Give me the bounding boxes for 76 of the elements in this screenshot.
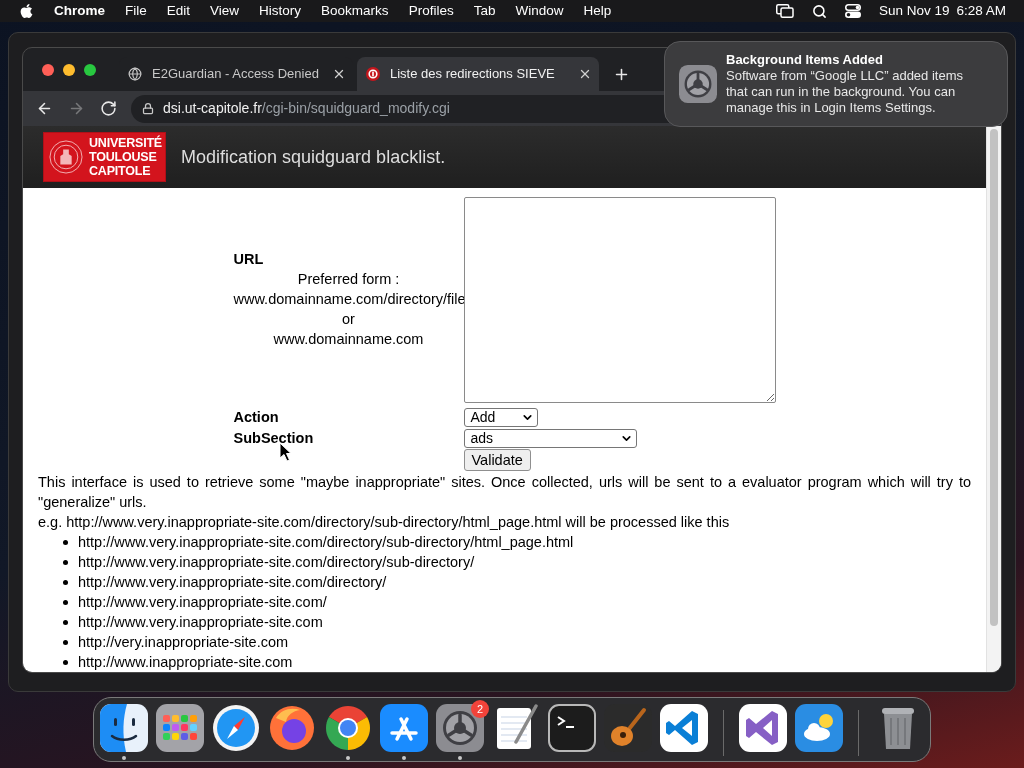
validate-button[interactable]: Validate (463, 449, 531, 471)
bullet-icon (63, 659, 68, 665)
settings-icon[interactable] (436, 704, 484, 752)
search-icon[interactable] (811, 3, 827, 19)
seal-icon (49, 140, 83, 174)
minimize-window-icon[interactable] (63, 63, 75, 76)
menu-item[interactable]: View (210, 0, 240, 22)
menu-bar-date[interactable]: Sun Nov 19 (878, 0, 950, 22)
dropdown-select[interactable]: Add (463, 407, 538, 427)
menu-bar-time[interactable]: 6:28 AM (956, 0, 1006, 22)
finder-icon[interactable] (100, 704, 148, 752)
menu-item[interactable]: Profiles (408, 0, 454, 22)
list-item-text: http://www.very.inappropriate-site.com/directory/sub-directory/ (78, 554, 475, 570)
menu-item[interactable]: History (259, 0, 302, 22)
logo-text: CAPITOLE (89, 164, 151, 178)
list-item-text: http://www.very.inappropriate-site.com/directory/ (78, 574, 387, 590)
visual-studio-icon[interactable] (739, 704, 787, 752)
menu-item[interactable]: Help (583, 0, 612, 22)
pointer-cursor-icon (279, 442, 292, 462)
logo-text: UNIVERSITÉ (89, 136, 162, 150)
launchpad-icon[interactable] (156, 704, 204, 752)
example-text: e.g. http://www.very.inappropriate-site.com/directory/sub-directory/html_page.html will be processed like this (38, 513, 731, 532)
close-window-icon[interactable] (42, 63, 54, 76)
logo-text: TOULOUSE (89, 150, 157, 164)
university-logo[interactable]: UNIVERSITÉ TOULOUSE CAPITOLE (43, 132, 166, 182)
reload-icon (99, 100, 117, 117)
list-item-text: http://www.very.inappropriate-site.com/ (78, 594, 327, 610)
lock-icon (142, 102, 154, 115)
screen-mirroring-icon[interactable] (775, 4, 794, 18)
list-item-text: http://www.very.inappropriate-site.com (78, 614, 323, 630)
notification-count: 2 (471, 700, 489, 718)
dropdown-select[interactable]: ads (463, 428, 637, 448)
hint-text: www.domainname.com (272, 330, 425, 349)
app-store-icon[interactable] (380, 704, 428, 752)
browser-tab[interactable]: Liste des redirections SIEVE (357, 57, 599, 91)
bullet-icon (63, 599, 68, 605)
hint-text: www.domainname.com/directory/file (233, 290, 464, 309)
list-item-text: http://very.inappropriate-site.com (78, 634, 289, 650)
weather-icon[interactable] (795, 704, 843, 752)
field-label: URL (233, 250, 264, 269)
scrollbar-thumb[interactable] (990, 129, 998, 626)
page-title: Modification squidguard blacklist. (181, 145, 446, 169)
firefox-icon[interactable] (268, 704, 316, 752)
hint-text: or (341, 310, 356, 329)
chrome-icon[interactable] (324, 704, 372, 752)
list-item-text: http://www.inappropriate-site.com (78, 654, 293, 670)
close-tab-icon[interactable] (578, 67, 592, 81)
field-label: Action (233, 408, 280, 427)
description-text: This interface is used to retrieve some "maybe inappropriate" sites. Once collected, urls will be sent to a evaluator program which will try to "generalize" urls. (38, 473, 971, 512)
bullet-icon (63, 539, 68, 545)
bullet-icon (63, 559, 68, 565)
menu-item[interactable]: File (125, 0, 147, 22)
terminal-icon[interactable] (548, 704, 596, 752)
url-text[interactable]: dsi.ut-capitole.fr/cgi-bin/squidguard_modify.cgi (163, 98, 450, 119)
control-center-icon[interactable] (844, 4, 861, 18)
apple-icon[interactable] (19, 3, 34, 19)
zoom-window-icon[interactable] (84, 63, 96, 76)
bullet-icon (63, 619, 68, 625)
globe-icon (128, 67, 142, 81)
vscode-icon[interactable] (660, 704, 708, 752)
hint-text: Preferred form : (296, 270, 401, 289)
menu-item[interactable]: Tab (473, 0, 496, 22)
close-tab-icon[interactable] (332, 67, 346, 81)
menu-item[interactable]: Bookmarks (321, 0, 389, 22)
list-item-text: http://www.very.inappropriate-site.com/directory/sub-directory/html_page.html (78, 534, 574, 550)
bullet-icon (63, 579, 68, 585)
notification-title: Background Items Added (726, 52, 884, 68)
app-menu[interactable]: Chrome (54, 0, 105, 22)
bullet-icon (63, 639, 68, 645)
menu-item[interactable]: Window (515, 0, 564, 22)
settings-icon (679, 65, 717, 103)
notification-toast[interactable]: Background Items Added Software from “Google LLC” added items that can run in the background. You can manage this in Login Items Settings. (664, 41, 1008, 127)
menu-item[interactable]: Edit (166, 0, 191, 22)
site-favicon-icon (366, 67, 380, 81)
field-label: SubSection (233, 429, 315, 448)
compass-icon[interactable] (212, 704, 260, 752)
